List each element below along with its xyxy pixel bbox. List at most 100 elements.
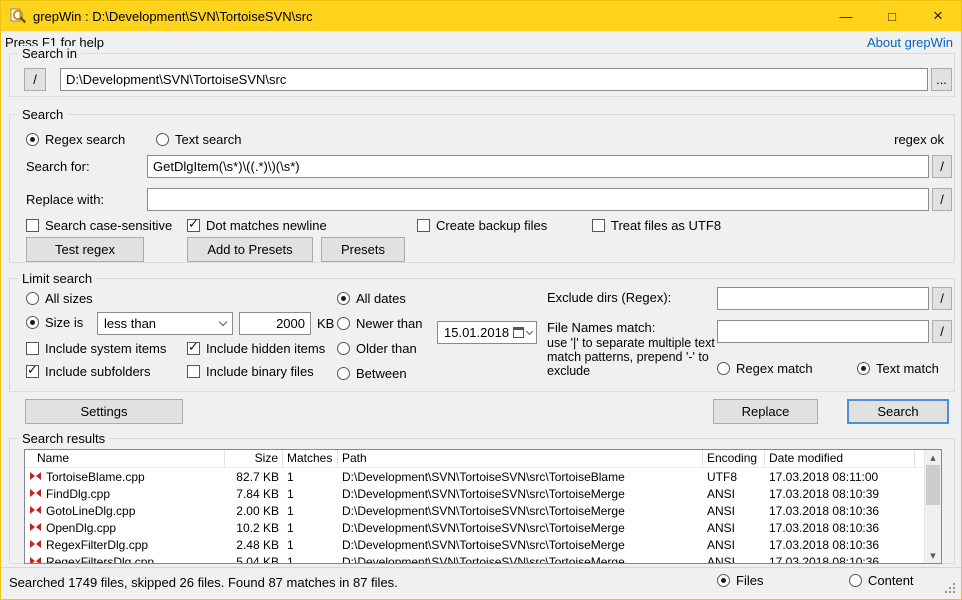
search-results-group: Search results Name Size Matches Path En…: [9, 438, 955, 564]
checkbox-include-hidden[interactable]: Include hidden items: [187, 341, 325, 356]
table-row[interactable]: RegexFilterDlg.cpp 2.48 KB 1 D:\Developm…: [25, 536, 924, 553]
radio-label: Files: [736, 573, 763, 588]
radio-circle: [156, 133, 169, 146]
close-button[interactable]: ×: [915, 1, 961, 31]
radio-regex-match[interactable]: Regex match: [717, 361, 813, 376]
file-modified: 17.03.2018 08:11:00: [765, 470, 915, 484]
table-row[interactable]: TortoiseBlame.cpp 82.7 KB 1 D:\Developme…: [25, 468, 924, 485]
table-row[interactable]: OpenDlg.cpp 10.2 KB 1 D:\Development\SVN…: [25, 519, 924, 536]
table-row[interactable]: FindDlg.cpp 7.84 KB 1 D:\Development\SVN…: [25, 485, 924, 502]
scroll-down-icon[interactable]: ▼: [925, 548, 941, 563]
table-row[interactable]: RegexFiltersDlg.cpp 5.04 KB 1 D:\Develop…: [25, 553, 924, 564]
radio-label: Regex match: [736, 361, 813, 376]
column-header-encoding[interactable]: Encoding: [703, 450, 765, 467]
resize-grip[interactable]: [953, 591, 955, 593]
checkbox-include-subfolders[interactable]: Include subfolders: [26, 364, 151, 379]
statusbar-divider: [1, 567, 961, 568]
radio-results-content[interactable]: Content: [849, 573, 914, 588]
chevron-down-icon: [219, 318, 227, 326]
radio-newer-than[interactable]: Newer than: [337, 316, 422, 331]
radio-label: Regex search: [45, 132, 125, 147]
checkbox-box: [187, 365, 200, 378]
checkbox-utf8[interactable]: Treat files as UTF8: [592, 218, 721, 233]
limit-search-group: Limit search All sizes Size is less than…: [9, 278, 955, 392]
file-encoding: ANSI: [703, 538, 765, 552]
size-operator-select[interactable]: less than: [97, 312, 233, 335]
checkbox-include-binary[interactable]: Include binary files: [187, 364, 314, 379]
file-names-match-input[interactable]: [717, 320, 929, 343]
replace-button[interactable]: Replace: [713, 399, 818, 424]
file-names-regex-helper-button[interactable]: /: [932, 320, 952, 343]
file-path: D:\Development\SVN\TortoiseSVN\src\Torto…: [338, 470, 703, 484]
radio-circle: [849, 574, 862, 587]
about-grepwin-link[interactable]: About grepWin: [867, 35, 953, 50]
date-picker[interactable]: 15.01.2018: [437, 321, 537, 344]
results-list: Name Size Matches Path Encoding Date mod…: [24, 449, 942, 564]
browse-folder-button[interactable]: ...: [931, 68, 952, 91]
search-button[interactable]: Search: [847, 399, 949, 424]
search-group-label: Search: [18, 107, 67, 122]
replace-with-input[interactable]: [147, 188, 929, 211]
search-for-input[interactable]: [147, 155, 929, 178]
selected-option: less than: [104, 316, 156, 331]
radio-between[interactable]: Between: [337, 366, 407, 381]
file-matches: 1: [283, 538, 338, 552]
checkbox-label: Search case-sensitive: [45, 218, 172, 233]
radio-results-files[interactable]: Files: [717, 573, 763, 588]
file-icon: [30, 557, 41, 564]
scrollbar-thumb[interactable]: [926, 465, 940, 505]
date-value: 15.01.2018: [444, 325, 509, 340]
radio-all-dates[interactable]: All dates: [337, 291, 406, 306]
exclude-dirs-regex-helper-button[interactable]: /: [932, 287, 952, 310]
radio-circle: [717, 362, 730, 375]
scrollbar[interactable]: ▲ ▼: [924, 450, 941, 563]
minimize-icon: —: [840, 9, 853, 24]
exclude-dirs-input[interactable]: [717, 287, 929, 310]
replace-with-regex-helper-button[interactable]: /: [932, 188, 952, 211]
size-value-input[interactable]: [239, 312, 311, 335]
slash-icon: /: [940, 291, 944, 306]
maximize-button[interactable]: □: [869, 1, 915, 31]
radio-circle: [717, 574, 730, 587]
file-modified: 17.03.2018 08:10:36: [765, 504, 915, 518]
file-path: D:\Development\SVN\TortoiseSVN\src\Torto…: [338, 555, 703, 565]
column-header-name[interactable]: Name: [25, 450, 225, 467]
radio-all-sizes[interactable]: All sizes: [26, 291, 93, 306]
search-path-input[interactable]: [60, 68, 928, 91]
column-header-path[interactable]: Path: [338, 450, 703, 467]
checkbox-include-system[interactable]: Include system items: [26, 341, 166, 356]
radio-older-than[interactable]: Older than: [337, 341, 417, 356]
file-matches: 1: [283, 504, 338, 518]
file-matches: 1: [283, 470, 338, 484]
checkbox-case-sensitive[interactable]: Search case-sensitive: [26, 218, 172, 233]
search-for-regex-helper-button[interactable]: /: [932, 155, 952, 178]
radio-label: Between: [356, 366, 407, 381]
file-name: FindDlg.cpp: [46, 487, 110, 501]
file-encoding: ANSI: [703, 504, 765, 518]
radio-text-search[interactable]: Text search: [156, 132, 241, 147]
checkbox-dot-matches-newline[interactable]: Dot matches newline: [187, 218, 327, 233]
column-header-modified[interactable]: Date modified: [765, 450, 915, 467]
file-name: GotoLineDlg.cpp: [46, 504, 135, 518]
file-name: TortoiseBlame.cpp: [46, 470, 145, 484]
test-regex-button[interactable]: Test regex: [26, 237, 144, 262]
checkbox-label: Include hidden items: [206, 341, 325, 356]
radio-regex-search[interactable]: Regex search: [26, 132, 125, 147]
presets-button[interactable]: Presets: [321, 237, 405, 262]
column-header-size[interactable]: Size: [225, 450, 283, 467]
scroll-up-icon[interactable]: ▲: [925, 450, 941, 465]
settings-button[interactable]: Settings: [25, 399, 183, 424]
file-modified: 17.03.2018 08:10:36: [765, 538, 915, 552]
file-names-match-label: File Names match:: [547, 320, 655, 335]
search-in-regex-helper-button[interactable]: /: [24, 68, 46, 91]
search-in-group-label: Search in: [18, 46, 81, 61]
column-header-matches[interactable]: Matches: [283, 450, 338, 467]
button-label: Presets: [341, 242, 385, 257]
radio-text-match[interactable]: Text match: [857, 361, 939, 376]
add-to-presets-button[interactable]: Add to Presets: [187, 237, 313, 262]
chevron-down-icon: [526, 328, 533, 335]
checkbox-create-backup[interactable]: Create backup files: [417, 218, 547, 233]
radio-size-is[interactable]: Size is: [26, 315, 83, 330]
minimize-button[interactable]: —: [823, 1, 869, 31]
table-row[interactable]: GotoLineDlg.cpp 2.00 KB 1 D:\Development…: [25, 502, 924, 519]
